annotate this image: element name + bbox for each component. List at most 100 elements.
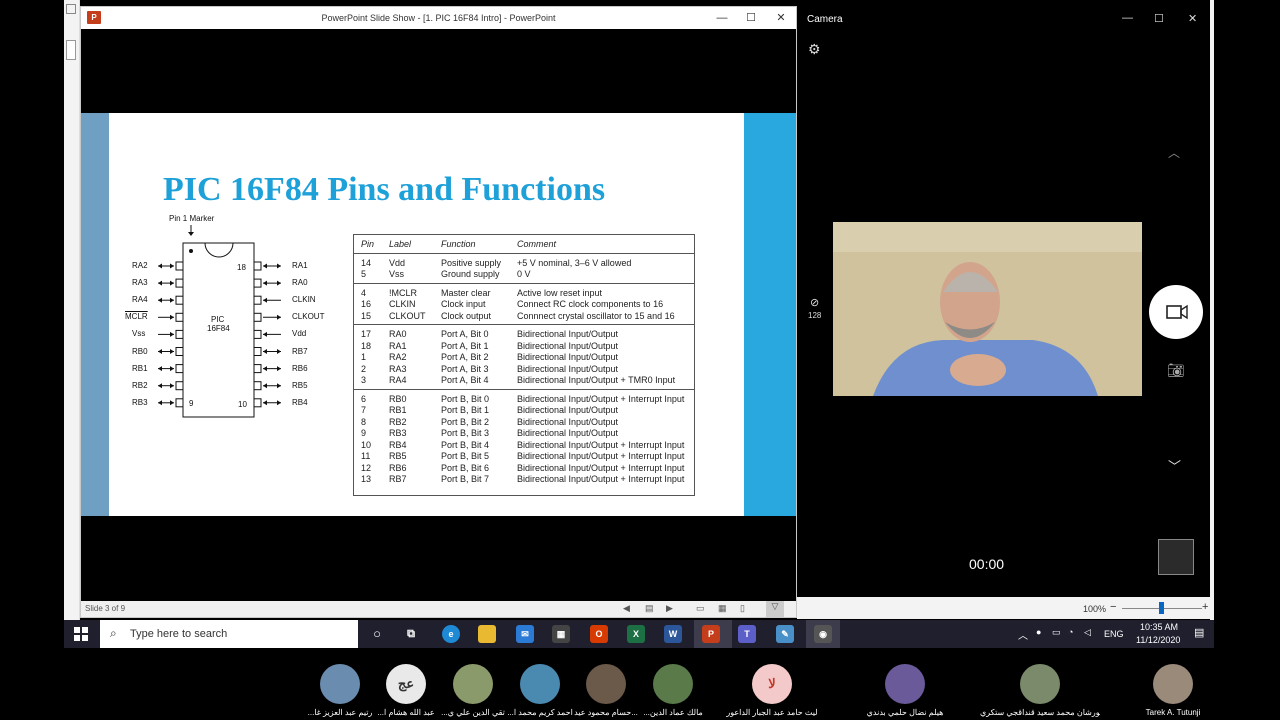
table-cell: +5 V nominal, 3–6 V allowed	[517, 257, 632, 268]
clock-date[interactable]: 11/12/2020	[1136, 635, 1180, 645]
minimize-button[interactable]: —	[711, 10, 733, 26]
slide-left-accent	[81, 113, 109, 516]
task-view-icon[interactable]: ⧉	[402, 625, 420, 643]
chevron-down-icon[interactable]: ﹀	[1168, 456, 1181, 475]
table-cell: !MCLR	[389, 287, 418, 298]
paint-icon[interactable]: ✎	[776, 625, 794, 643]
table-row: 9 RB3 Port B, Bit 3 Bidirectional Input/Out…	[354, 428, 694, 440]
table-cell: 7	[361, 405, 367, 415]
table-cell: 4	[361, 287, 367, 298]
table-cell: Bidirectional Input/Output	[517, 352, 619, 362]
participant-tile[interactable]: Tarek A. Tutunji	[1113, 648, 1233, 720]
table-row: 8 RB2 Port B, Bit 2 Bidirectional Input/Out…	[354, 417, 694, 429]
close-button[interactable]: ✕	[770, 10, 792, 26]
wifi-icon[interactable]: ◔	[1068, 627, 1073, 637]
camera-minimize-button[interactable]: —	[1122, 12, 1133, 24]
mail-icon[interactable]: ✉	[516, 625, 534, 643]
table-cell: RA1	[389, 340, 407, 351]
chip-pin-right	[253, 312, 262, 322]
office-icon[interactable]: O	[590, 625, 608, 643]
chevron-up-icon[interactable]: ︿	[1168, 144, 1180, 161]
windows-start-icon[interactable]	[74, 627, 88, 641]
camera-feed	[833, 222, 1142, 396]
language-indicator[interactable]: ENG	[1104, 629, 1124, 639]
right-pin-label: RA0	[292, 278, 308, 288]
table-divider	[354, 324, 694, 325]
video-camera-icon	[1166, 304, 1188, 320]
chip-pin-left	[175, 261, 184, 271]
avatar: لا	[752, 664, 792, 704]
chip-pin-left	[175, 312, 184, 322]
maximize-button[interactable]: ☐	[740, 10, 762, 26]
participant-tile[interactable]: نورشان محمد سعيد قنداقجي ستكري	[980, 648, 1100, 720]
brightness-icon[interactable]: ⊘	[810, 296, 819, 309]
powerpoint-taskbar-icon[interactable]: P	[702, 625, 720, 643]
table-cell: Port B, Bit 1	[441, 405, 490, 415]
avatar	[885, 664, 925, 704]
participant-name: ليث حامد عبد الجبار الداعور	[726, 708, 818, 717]
taskbar-search[interactable]: ⌕ Type here to search	[100, 620, 358, 648]
volume-icon[interactable]: ◁	[1084, 627, 1091, 638]
table-cell: Bidirectional Input/Output + TMR0 Input	[517, 375, 676, 385]
table-cell: Port A, Bit 3	[441, 363, 489, 374]
battery-icon[interactable]: ▭	[1052, 627, 1061, 638]
slide-sorter-icon[interactable]: ▦	[718, 603, 727, 614]
store-icon[interactable]: ▦	[552, 625, 570, 643]
edge-icon[interactable]: e	[442, 625, 460, 643]
teams-icon[interactable]: T	[738, 625, 756, 643]
table-cell: 3	[361, 375, 367, 385]
table-cell: 5	[361, 269, 367, 279]
record-video-button[interactable]	[1149, 285, 1203, 339]
table-header-cell: Pin	[361, 239, 375, 249]
next-slide-icon[interactable]: ▶	[666, 603, 673, 614]
tray-chevron-icon[interactable]: ︿	[1018, 627, 1028, 642]
table-cell: RA3	[389, 363, 407, 374]
cortana-icon[interactable]: ○	[368, 625, 386, 643]
participant-tile[interactable]: لا ليث حامد عبد الجبار الداعور	[712, 648, 832, 720]
file-explorer-icon[interactable]	[478, 625, 496, 643]
slideshow-view-icon[interactable]: ▽	[766, 601, 784, 617]
zoom-in-button[interactable]: +	[1202, 601, 1208, 613]
slide-counter: Slide 3 of 9	[85, 604, 126, 613]
table-row: 7 RB1 Port B, Bit 1 Bidirectional Input/Out…	[354, 405, 694, 417]
zoom-level: 100%	[1083, 604, 1107, 614]
table-cell: Bidirectional Input/Output + Interrupt I…	[517, 439, 685, 450]
camera-close-button[interactable]: ✕	[1188, 12, 1197, 25]
table-cell: Bidirectional Input/Output	[517, 363, 619, 374]
table-row: 14 Vdd Positive supply +5 V nominal, 3–6 V …	[354, 258, 694, 270]
table-row: 17 RA0 Port A, Bit 0 Bidirectional Input/Ou…	[354, 329, 694, 341]
system-tray: ︿ ● ▭ ◔ ◁ ENG 10:35 AM 11/12/2020 ▤	[1014, 620, 1214, 648]
excel-icon[interactable]: X	[627, 625, 645, 643]
slide[interactable]: PIC 16F84 Pins and Functions Pin 1 Marke…	[81, 113, 796, 516]
notifications-icon[interactable]: ▤	[1194, 626, 1204, 639]
word-icon[interactable]: W	[664, 625, 682, 643]
table-cell: Positive supply	[441, 257, 502, 268]
normal-view-icon[interactable]: ▭	[696, 603, 705, 614]
camera-maximize-button[interactable]: ☐	[1154, 12, 1164, 25]
participant-tile[interactable]: هيلم نضال حلمي بدندي	[845, 648, 965, 720]
microphone-icon[interactable]: ●	[1036, 627, 1041, 637]
zoom-slider-thumb[interactable]	[1159, 602, 1164, 614]
table-cell: Bidirectional Input/Output	[517, 340, 619, 351]
slide-menu-icon[interactable]: ▤	[645, 603, 654, 614]
camera-app-icon[interactable]: ◉	[814, 625, 832, 643]
previous-slide-icon[interactable]: ◀	[623, 603, 630, 614]
table-row: 4 !MCLR Master clear Active low reset input	[354, 288, 694, 300]
zoom-out-button[interactable]: −	[1110, 601, 1116, 613]
table-cell: 2	[361, 363, 367, 374]
background-app-icon	[66, 4, 76, 14]
photo-camera-icon[interactable]: 📷︎	[1167, 362, 1185, 379]
last-capture-thumbnail[interactable]	[1158, 539, 1194, 575]
table-cell: Port B, Bit 3	[441, 428, 490, 438]
left-pin-label: RB2	[132, 380, 148, 390]
clock-time[interactable]: 10:35 AM	[1140, 622, 1178, 632]
table-cell: Bidirectional Input/Output + Interrupt I…	[517, 451, 685, 461]
chip-pin-left	[175, 381, 184, 391]
reading-view-icon[interactable]: ▯	[740, 603, 745, 614]
avatar	[653, 664, 693, 704]
table-cell: Bidirectional Input/Output + Interrupt I…	[517, 474, 685, 484]
table-cell: Port B, Bit 6	[441, 462, 490, 473]
chip-pin-right	[253, 295, 262, 305]
settings-gear-icon[interactable]: ⚙	[808, 41, 821, 58]
table-row: 11 RB5 Port B, Bit 5 Bidirectional Input/Ou…	[354, 451, 694, 463]
